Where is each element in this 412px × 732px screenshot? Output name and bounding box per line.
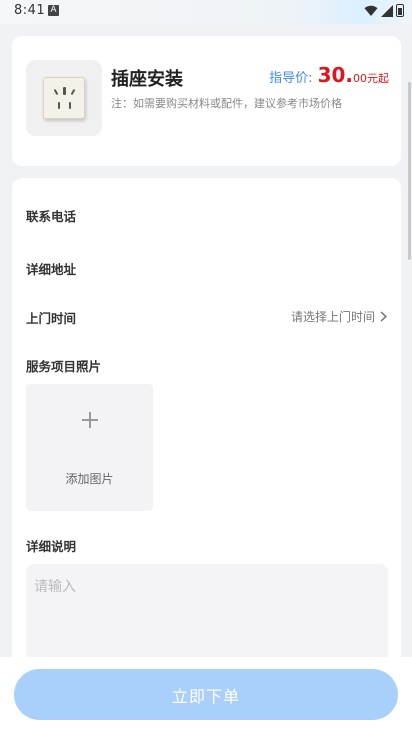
status-icons bbox=[364, 4, 404, 17]
scrollbar[interactable] bbox=[408, 82, 411, 260]
address-field[interactable]: 详细地址 bbox=[26, 259, 76, 278]
status-bar: 8:41 A bbox=[0, 0, 412, 24]
wifi-icon bbox=[364, 5, 378, 16]
socket-image bbox=[26, 60, 102, 136]
description-label: 详细说明 bbox=[26, 539, 77, 554]
order-now-button[interactable]: 立即下单 bbox=[14, 669, 398, 720]
order-form: 联系电话 详细地址 上门时间 请选择上门时间 服务项目照片 添加图片 详细说明 … bbox=[12, 178, 401, 668]
plus-icon bbox=[80, 410, 100, 430]
add-photo-button[interactable]: 添加图片 bbox=[26, 384, 153, 511]
visit-time-picker[interactable]: 请选择上门时间 bbox=[291, 308, 387, 325]
add-photo-label: 添加图片 bbox=[65, 472, 114, 486]
product-note: 注：如需要购买材料或配件，建议参考市场价格 bbox=[111, 97, 342, 110]
description-placeholder: 请输入 bbox=[34, 579, 76, 595]
guide-price: 指导价: 30.00元起 bbox=[269, 63, 389, 87]
chevron-right-icon bbox=[380, 311, 387, 322]
product-title: 插座安装 bbox=[111, 69, 183, 90]
battery-icon bbox=[396, 4, 404, 17]
product-card: 插座安装 指导价: 30.00元起 注：如需要购买材料或配件，建议参考市场价格 bbox=[12, 36, 401, 166]
visit-time-placeholder: 请选择上门时间 bbox=[290, 310, 375, 324]
price-integer: 30. bbox=[317, 63, 353, 87]
price-label: 指导价: bbox=[269, 71, 313, 86]
price-decimal: 00 bbox=[353, 72, 367, 85]
phone-field[interactable]: 联系电话 bbox=[26, 206, 76, 225]
visit-time-label: 上门时间 bbox=[26, 311, 77, 326]
price-unit: 元起 bbox=[367, 72, 389, 85]
status-time: 8:41 bbox=[14, 3, 46, 18]
notification-icon: A bbox=[48, 5, 59, 16]
signal-icon bbox=[381, 4, 393, 17]
photos-label: 服务项目照片 bbox=[26, 359, 102, 374]
bottom-bar: 立即下单 bbox=[0, 657, 412, 732]
description-textarea[interactable]: 请输入 bbox=[26, 564, 388, 668]
